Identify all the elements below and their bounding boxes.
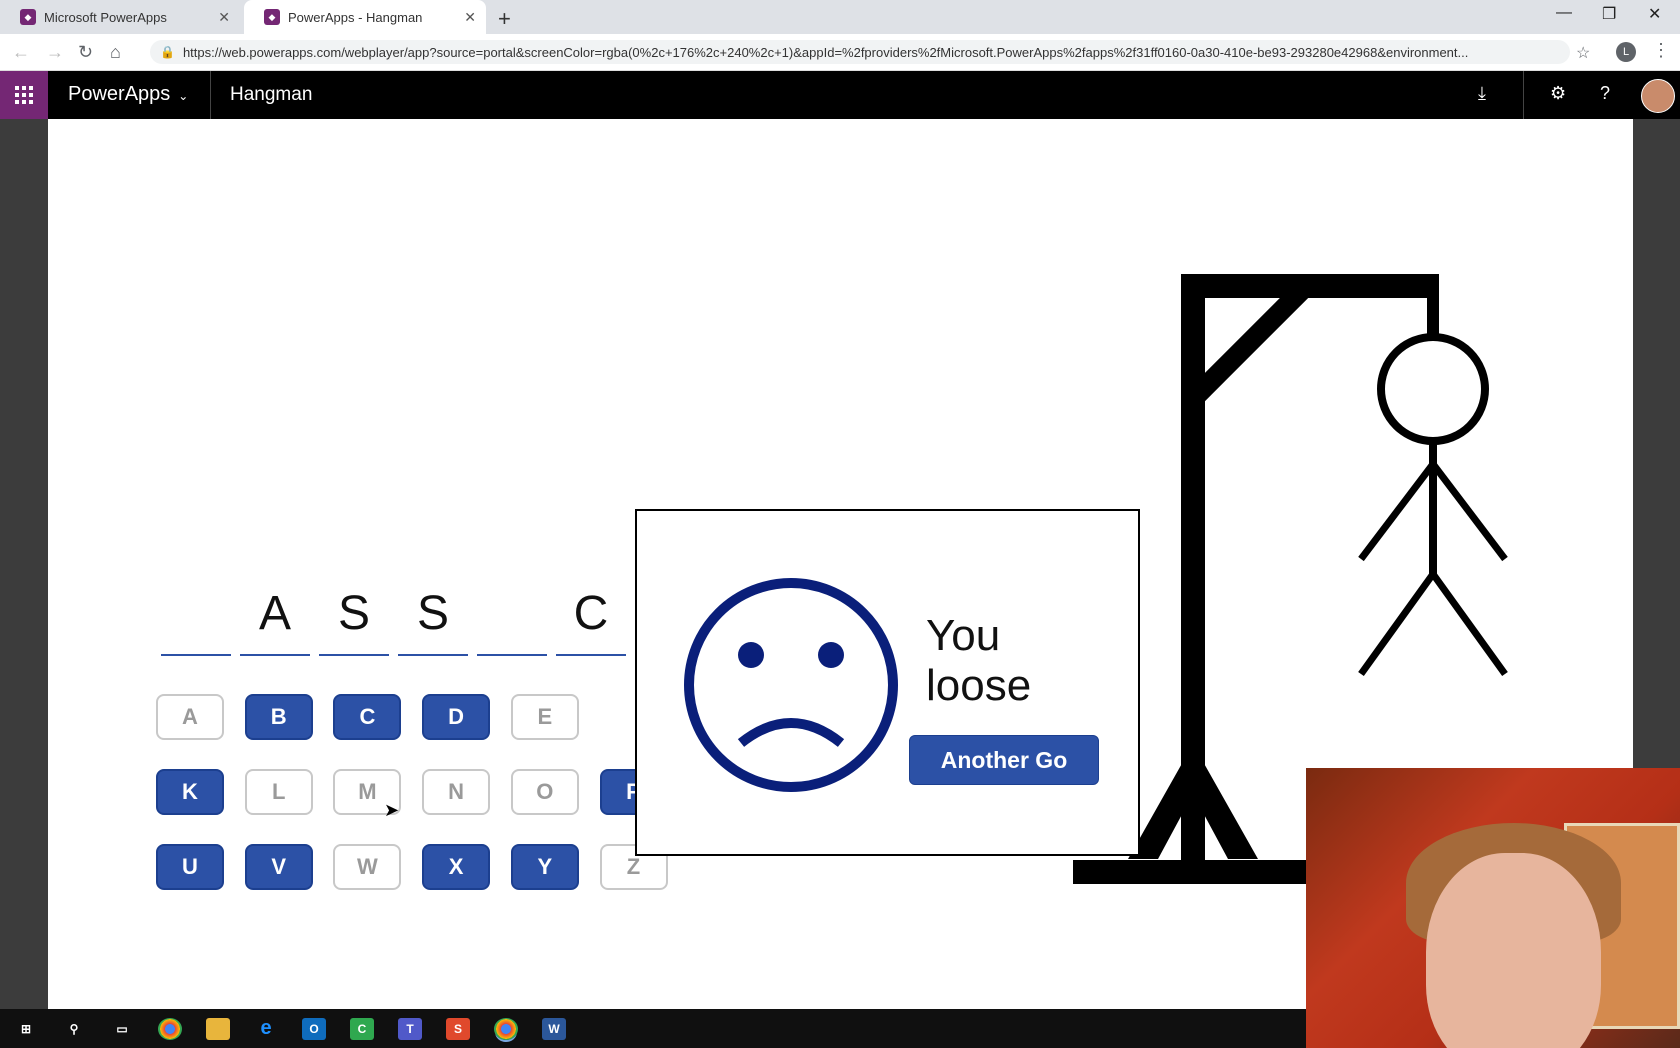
letter-slot: A — [240, 574, 310, 656]
letter-key-o[interactable]: O — [510, 769, 579, 815]
user-avatar[interactable] — [1641, 79, 1675, 113]
windows-taskbar: ⊞ ⚲ ▭ e O C T S W — [0, 1009, 1306, 1048]
letter-key-a[interactable]: A — [156, 694, 224, 740]
outlook-icon[interactable]: O — [302, 1017, 326, 1040]
tab-title: PowerApps - Hangman — [288, 9, 423, 25]
letter-key-n[interactable]: N — [422, 769, 491, 815]
letter-key-u[interactable]: U — [156, 844, 224, 890]
forward-arrow-icon[interactable]: → — [46, 42, 64, 63]
letter-slot — [161, 574, 231, 656]
letter-key-k[interactable]: K — [156, 769, 224, 815]
presenter-face — [1426, 853, 1601, 1048]
letter-key-l[interactable]: L — [244, 769, 313, 815]
mouse-cursor-icon: ➤ — [384, 800, 400, 820]
webcam-video-overlay — [1306, 768, 1680, 1048]
address-bar-row: ← → ↻ ⌂ 🔒 https://web.powerapps.com/webp… — [0, 34, 1680, 71]
powerapps-brand-menu[interactable]: PowerApps ⌄ — [68, 83, 188, 106]
help-icon[interactable]: ? — [1600, 83, 1610, 104]
app-launcher-icon[interactable] — [0, 71, 48, 119]
sad-face-icon — [684, 578, 898, 792]
hangman-head — [1377, 333, 1489, 445]
hangman-left-arm — [1358, 461, 1436, 562]
powerapps-favicon: ◆ — [264, 9, 280, 25]
chevron-down-icon: ⌄ — [178, 89, 189, 103]
gallows-brace — [1185, 276, 1316, 407]
letter-key-w[interactable]: W — [333, 844, 402, 890]
powerapps-header: PowerApps ⌄ Hangman ⤓ ⚙ ? — [0, 71, 1680, 119]
letter-key-e[interactable]: E — [510, 694, 579, 740]
teams-icon[interactable]: T — [398, 1017, 422, 1040]
header-divider — [210, 71, 211, 119]
letter-key-y[interactable]: Y — [510, 844, 579, 890]
new-tab-icon[interactable]: + — [498, 6, 511, 32]
internet-explorer-icon[interactable]: e — [254, 1017, 278, 1040]
tab-microsoft-powerapps[interactable]: ◆ Microsoft PowerApps ✕ — [0, 0, 240, 34]
close-tab-icon[interactable]: ✕ — [218, 9, 230, 26]
lose-message-line2: loose — [926, 661, 1032, 710]
bookmark-star-icon[interactable]: ☆ — [1576, 43, 1590, 63]
header-divider — [1523, 71, 1524, 119]
powerapps-favicon: ◆ — [20, 9, 36, 25]
url-text: https://web.powerapps.com/webplayer/app?… — [182, 44, 1469, 60]
profile-avatar[interactable]: L — [1616, 42, 1636, 62]
windows-start-icon[interactable]: ⊞ — [14, 1018, 38, 1040]
hangman-left-leg — [1358, 571, 1436, 677]
camtasia-icon[interactable]: C — [350, 1017, 374, 1040]
letter-key-x[interactable]: X — [422, 844, 491, 890]
settings-gear-icon[interactable]: ⚙ — [1550, 83, 1566, 104]
tab-powerapps-hangman[interactable]: ◆ PowerApps - Hangman ✕ — [244, 0, 486, 34]
chrome-icon[interactable] — [158, 1017, 182, 1040]
letter-key-v[interactable]: V — [244, 844, 313, 890]
lose-message-line1: You — [926, 611, 1001, 660]
letter-key-d[interactable]: D — [422, 694, 491, 740]
close-tab-icon[interactable]: ✕ — [464, 9, 476, 26]
app-title: Hangman — [230, 84, 313, 105]
url-field[interactable]: 🔒 https://web.powerapps.com/webplayer/ap… — [150, 40, 1570, 64]
back-arrow-icon[interactable]: ← — [12, 42, 30, 63]
letter-key-b[interactable]: B — [244, 694, 313, 740]
another-go-button[interactable]: Another Go — [909, 735, 1099, 785]
browser-tab-bar: ◆ Microsoft PowerApps ✕ ◆ PowerApps - Ha… — [0, 0, 1680, 34]
minimize-icon[interactable]: — — [1556, 4, 1572, 22]
letter-slot: S — [398, 574, 468, 656]
letter-slot: S — [319, 574, 389, 656]
snagit-icon[interactable]: S — [446, 1017, 470, 1040]
game-over-popup: You loose Another Go — [635, 509, 1140, 856]
letter-slot — [477, 574, 547, 656]
download-icon[interactable]: ⤓ — [1478, 83, 1486, 104]
chrome-active-icon[interactable] — [494, 1017, 518, 1040]
file-explorer-icon[interactable] — [206, 1017, 230, 1040]
lock-icon: 🔒 — [160, 45, 175, 59]
search-icon[interactable]: ⚲ — [62, 1018, 86, 1040]
home-icon[interactable]: ⌂ — [110, 42, 121, 63]
hangman-right-arm — [1430, 461, 1508, 562]
letter-key-c[interactable]: C — [333, 694, 402, 740]
lose-message: You loose — [926, 611, 1031, 711]
browser-menu-icon[interactable]: ⋮ — [1652, 40, 1670, 61]
word-icon[interactable]: W — [542, 1017, 566, 1040]
task-view-icon[interactable]: ▭ — [110, 1018, 134, 1040]
letter-slot: C — [556, 574, 626, 656]
hangman-right-leg — [1430, 571, 1508, 677]
gallows-rope — [1427, 274, 1439, 339]
restore-icon[interactable]: ❐ — [1602, 4, 1616, 24]
brand-label: PowerApps — [68, 83, 171, 105]
close-window-icon[interactable]: ✕ — [1648, 4, 1661, 24]
reload-icon[interactable]: ↻ — [78, 42, 93, 63]
tab-title: Microsoft PowerApps — [44, 9, 167, 25]
